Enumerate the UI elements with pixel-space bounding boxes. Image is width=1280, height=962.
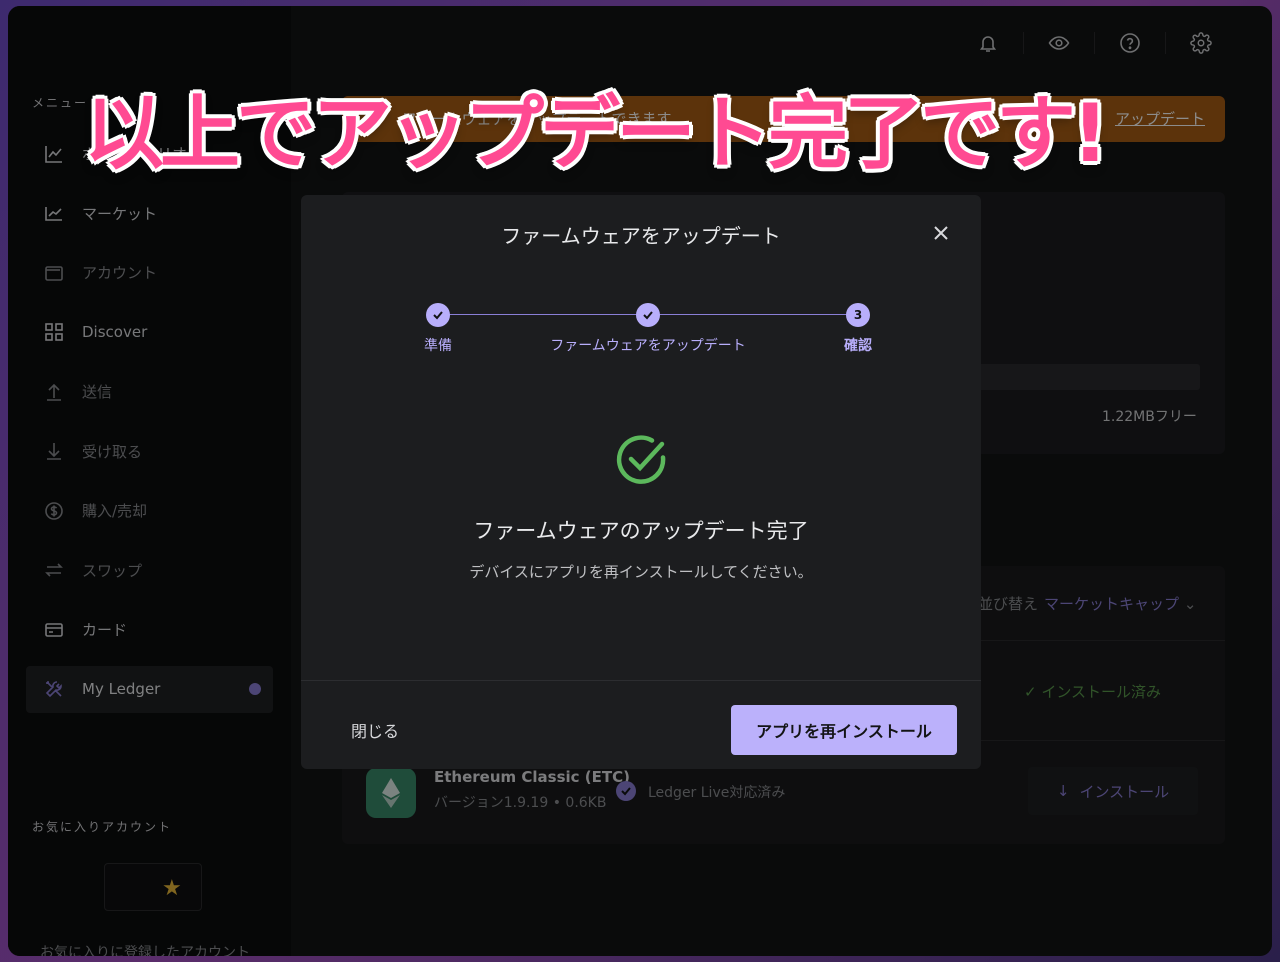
stepper: 3 準備 ファームウェアをアップデート 確認 (301, 299, 981, 379)
firmware-update-modal: ファームウェアをアップデート 3 準備 ファームウェアをアップデート 確認 ファ… (301, 195, 981, 769)
modal-title: ファームウェアをアップデート (501, 224, 781, 248)
step-label: ファームウェアをアップデート (550, 338, 746, 354)
success-title: ファームウェアのアップデート完了 (473, 519, 809, 543)
close-button[interactable]: 閉じる (351, 718, 399, 742)
step-connector (648, 314, 858, 315)
step-connector (438, 314, 648, 315)
reinstall-apps-button[interactable]: アプリを再インストール (731, 705, 957, 755)
close-icon[interactable] (929, 221, 953, 245)
success-check-icon (614, 433, 668, 487)
step-number: 3 (846, 303, 870, 327)
modal-footer-divider (301, 680, 981, 681)
headline-caption: 以上でアップデート完了です! (83, 86, 1110, 182)
step-label: 準備 (424, 338, 452, 354)
step-done-icon (636, 303, 660, 327)
step-label: 確認 (844, 338, 872, 354)
success-description: デバイスにアプリを再インストールしてください。 (469, 563, 813, 581)
step-done-icon (426, 303, 450, 327)
